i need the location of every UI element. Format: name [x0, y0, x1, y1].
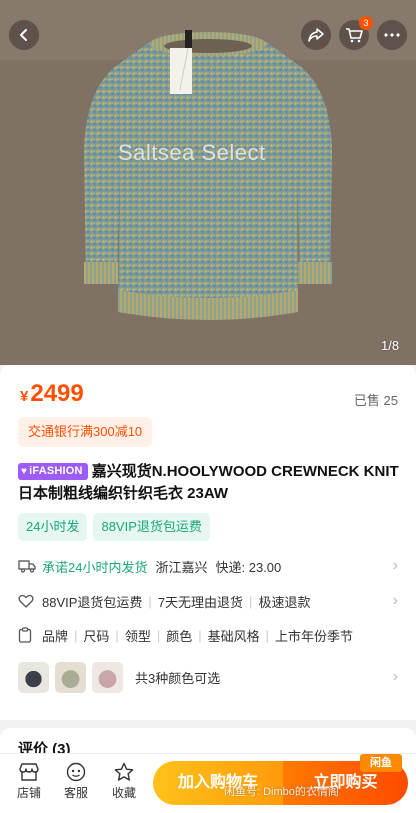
back-icon [20, 29, 27, 41]
guarantee-item: 88VIP退货包运费 [42, 594, 143, 610]
shipping-promise: 承诺24小时内发货 [42, 559, 148, 575]
customer-service-button[interactable]: 客服 [56, 762, 96, 801]
promo-coupon-tag[interactable]: 交通银行满300减10 [18, 417, 153, 447]
spec-item: 颜色 [166, 628, 193, 644]
color-thumbnail[interactable] [92, 661, 123, 693]
store-label: 店铺 [16, 786, 41, 800]
spec-item: 基础风格 [207, 628, 260, 644]
color-thumbnail[interactable] [55, 661, 86, 693]
sold-count: 已售 25 [353, 393, 398, 408]
service-tag: 24小时发 [18, 513, 88, 541]
price-value: 2499 [30, 380, 84, 407]
spec-item: 尺码 [83, 628, 110, 644]
chevron-right-icon: › [392, 668, 398, 685]
sweater-photo [0, 0, 416, 365]
price: ¥ 2499 [20, 380, 84, 408]
service-label: 客服 [63, 786, 88, 800]
more-button[interactable] [377, 20, 407, 50]
image-watermark: Saltsea Select [118, 140, 266, 165]
guarantee-row[interactable]: 88VIP退货包运费 | 7天无理由退货 | 极速退款 › [18, 586, 398, 616]
heart-outline-icon [18, 594, 36, 608]
service-face-icon [56, 762, 96, 784]
truck-icon [18, 559, 36, 573]
bottom-action-bar: 店铺 客服 收藏 加入购物车 立即购买 [0, 753, 416, 813]
specs-row[interactable]: 品牌 | 尺码 | 领型 | 颜色 | 基础风格 | 上市年份季节 [18, 620, 398, 650]
store-icon [9, 762, 49, 784]
gallery-page-indicator: 1/8 [381, 338, 400, 353]
cart-count-badge: 3 [359, 16, 373, 30]
heart-icon: ♥ [21, 466, 28, 477]
ifashion-badge: ♥ iFASHION [18, 463, 88, 480]
color-count-text: 共3种颜色可选 [135, 670, 221, 686]
store-button[interactable]: 店铺 [9, 762, 49, 801]
color-options-row[interactable]: 共3种颜色可选 › [18, 659, 398, 695]
guarantee-item: 7天无理由退货 [157, 594, 244, 610]
favorite-button[interactable]: 收藏 [104, 762, 144, 801]
shipping-row[interactable]: 承诺24小时内发货 浙江嘉兴 快递: 23.00 › [18, 551, 398, 581]
xianyu-logo-badge: 闲鱼 [360, 754, 402, 772]
xianyu-watermark: 闲鱼号: Dimbo的衣情阁 [224, 786, 339, 798]
color-thumbnail[interactable] [18, 661, 49, 693]
currency-symbol: ¥ [20, 388, 29, 405]
spec-item: 领型 [124, 628, 151, 644]
spec-item: 品牌 [42, 628, 69, 644]
guarantee-item: 极速退款 [258, 594, 311, 610]
product-info-card: ¥ 2499 已售 25 交通银行满300减10 ♥ iFASHION 嘉兴现货N.… [0, 365, 416, 720]
shipping-origin: 浙江嘉兴 [155, 559, 208, 575]
product-image-gallery[interactable]: Saltsea Select 3 1/8 [0, 0, 416, 365]
chevron-right-icon: › [392, 557, 398, 574]
service-tag: 88VIP退货包运费 [93, 513, 210, 541]
share-button[interactable] [301, 20, 331, 50]
clipboard-icon [18, 627, 36, 643]
back-button[interactable] [9, 20, 39, 50]
more-icon [384, 33, 400, 37]
cart-button[interactable]: 3 [339, 16, 373, 50]
cart-icon [346, 28, 363, 43]
spec-item: 上市年份季节 [275, 628, 354, 644]
favorite-label: 收藏 [111, 786, 136, 800]
shipping-fee: 快递: 23.00 [215, 559, 282, 575]
product-title: ♥ iFASHION 嘉兴现货N.HOOLYWOOD CREWNECK KNIT日本… [18, 461, 403, 505]
chevron-right-icon: › [392, 592, 398, 609]
service-tags: 24小时发 88VIP退货包运费 [18, 513, 210, 541]
star-icon [104, 762, 144, 784]
share-icon [308, 28, 324, 42]
